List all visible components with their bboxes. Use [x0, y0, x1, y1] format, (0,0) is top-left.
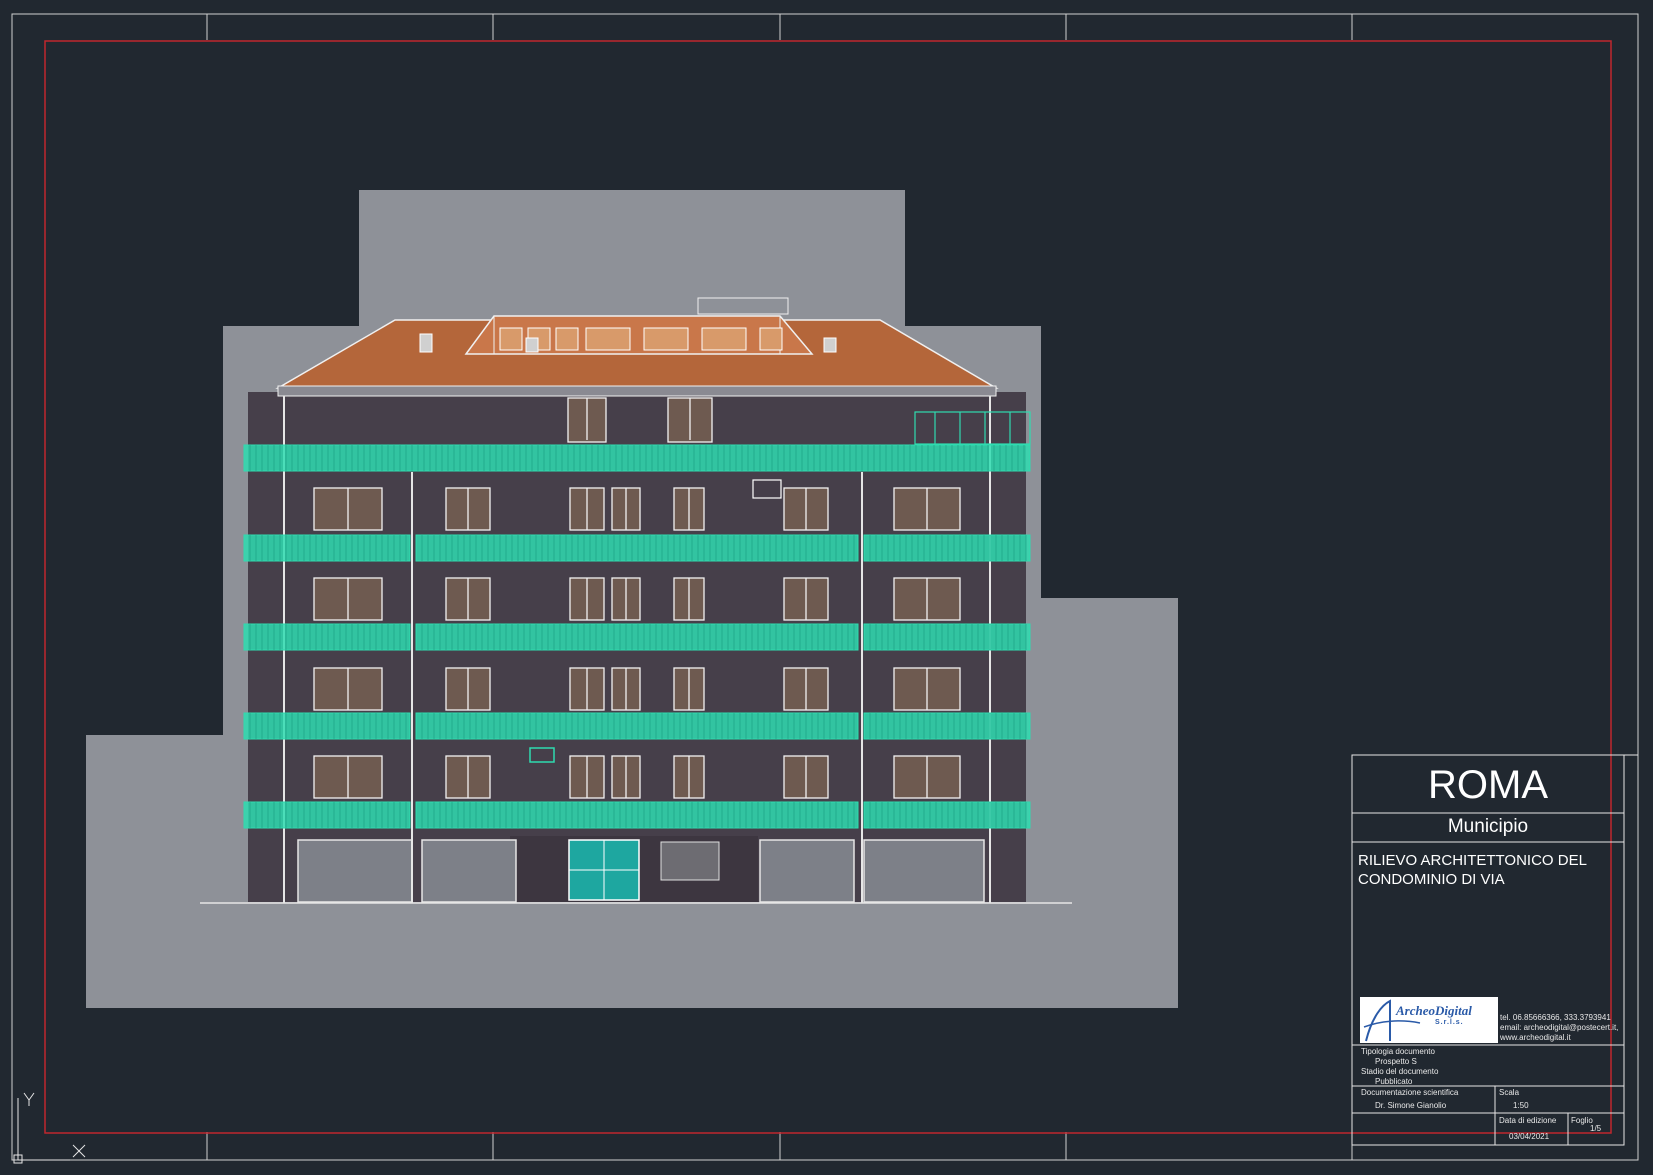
data-value: 03/04/2021: [1509, 1132, 1550, 1141]
tipologia-value: Prospetto S: [1375, 1057, 1417, 1066]
contact-web: www.archeodigital.it: [1500, 1033, 1571, 1042]
logo-name: ArcheoDigital: [1396, 1003, 1472, 1018]
project-title-line1: RILIEVO ARCHITETTONICO DEL: [1358, 852, 1587, 869]
balcony-railing: [863, 623, 1031, 651]
documentazione-value: Dr. Simone Gianolio: [1375, 1101, 1447, 1110]
contact-tel: tel. 06.85666366, 333.3793941: [1500, 1013, 1611, 1022]
balcony-railing: [863, 534, 1031, 562]
data-label: Data di edizione: [1499, 1116, 1557, 1125]
city-title: ROMA: [1428, 763, 1548, 807]
municipio-label: Municipio: [1447, 816, 1529, 837]
logo-suffix: S.r.l.s.: [1435, 1019, 1464, 1026]
project-title-line2: CONDOMINIO DI VIA: [1358, 871, 1505, 888]
stadio-value: Pubblicato: [1375, 1077, 1413, 1086]
balcony-railing: [243, 712, 411, 740]
stadio-label: Stadio del documento: [1361, 1067, 1439, 1076]
balcony-railing: [243, 534, 411, 562]
foglio-value: 1/5: [1590, 1124, 1602, 1133]
archeodigital-logo: ArcheoDigital S.r.l.s.: [1360, 997, 1498, 1043]
scala-label: Scala: [1499, 1088, 1520, 1097]
scala-value: 1:50: [1513, 1101, 1529, 1110]
building-elevation: [200, 297, 1072, 904]
contact-email: email: archeodigital@postecert.it,: [1500, 1023, 1619, 1032]
balcony-railing: [243, 623, 411, 651]
ucs-icon: [13, 1092, 86, 1164]
tipologia-label: Tipologia documento: [1361, 1047, 1435, 1056]
balcony-railing: [863, 712, 1031, 740]
title-block-frame: [1351, 754, 1638, 1146]
balcony-railing: [243, 801, 411, 829]
documentazione-label: Documentazione scientifica: [1361, 1088, 1459, 1097]
balcony-railing: [243, 444, 1031, 472]
balcony-railing: [863, 801, 1031, 829]
